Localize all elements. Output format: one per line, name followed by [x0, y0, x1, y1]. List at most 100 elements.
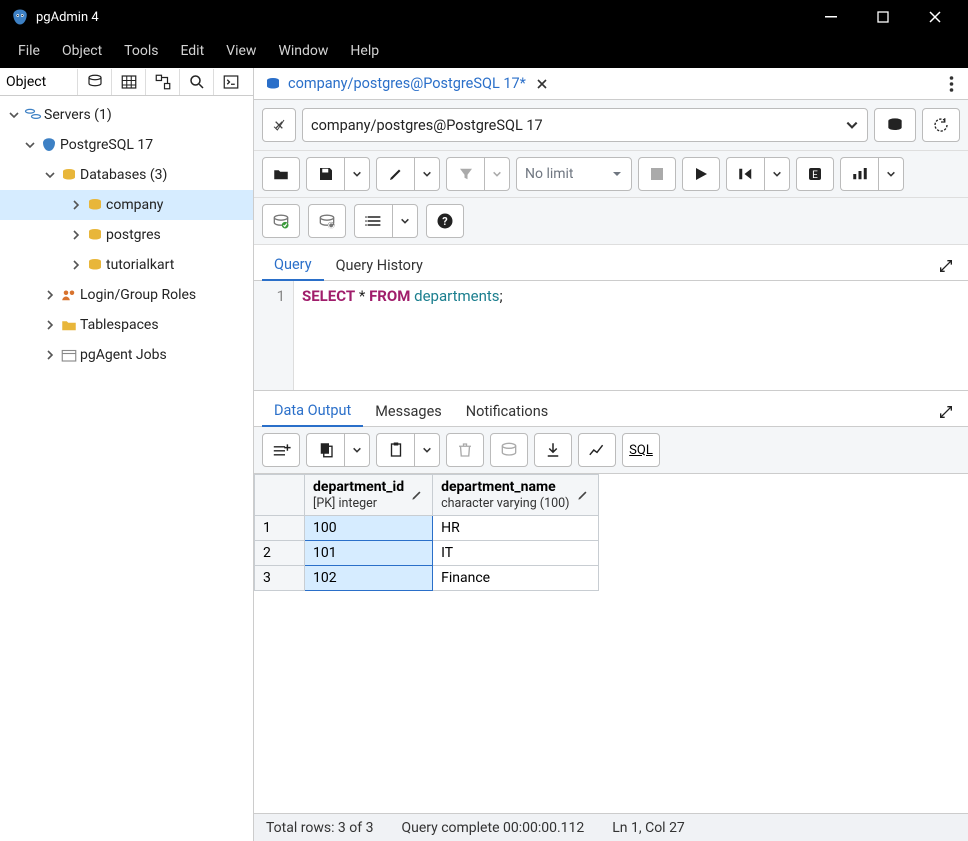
chevron-right-icon[interactable]	[42, 349, 58, 361]
tab-notifications[interactable]: Notifications	[454, 397, 560, 426]
tab-query[interactable]: Query	[262, 250, 324, 281]
tree-tablespaces[interactable]: Tablespaces	[0, 310, 253, 340]
chevron-down-icon[interactable]	[42, 169, 58, 181]
chevron-right-icon[interactable]	[42, 289, 58, 301]
menu-file[interactable]: File	[8, 39, 50, 63]
chevron-down-icon[interactable]	[6, 109, 22, 121]
delete-row-button[interactable]	[446, 433, 484, 467]
table-row[interactable]: 2 101 IT	[255, 540, 599, 565]
chevron-down-icon[interactable]	[22, 139, 38, 151]
cell-department-name[interactable]: IT	[433, 540, 598, 565]
filter-dropdown[interactable]	[484, 157, 510, 191]
editor-gutter: 1	[254, 281, 294, 390]
connection-select[interactable]: company/postgres@PostgreSQL 17	[302, 108, 868, 142]
minimize-button[interactable]	[808, 0, 854, 34]
status-cursor-position: Ln 1, Col 27	[612, 820, 685, 836]
column-header-department-id[interactable]: department_id [PK] integer	[305, 475, 433, 516]
menu-edit[interactable]: Edit	[170, 39, 214, 63]
cell-department-id[interactable]: 100	[305, 515, 433, 540]
editor-content[interactable]: SELECT * FROM departments;	[294, 281, 511, 390]
kebab-menu-icon[interactable]	[939, 71, 964, 97]
rownum-header[interactable]	[255, 475, 305, 516]
properties-icon[interactable]	[77, 69, 111, 95]
paste-button[interactable]	[376, 433, 414, 467]
column-header-department-name[interactable]: department_name character varying (100)	[433, 475, 598, 516]
dependency-icon[interactable]	[145, 69, 179, 95]
tree-db-company[interactable]: company	[0, 190, 253, 220]
menu-window[interactable]: Window	[268, 39, 338, 63]
save-dropdown[interactable]	[344, 157, 370, 191]
grid-icon[interactable]	[111, 69, 145, 95]
open-file-button[interactable]	[262, 157, 300, 191]
menu-object[interactable]: Object	[52, 39, 112, 63]
copy-dropdown[interactable]	[344, 433, 370, 467]
execute-button[interactable]	[682, 157, 720, 191]
chevron-right-icon[interactable]	[68, 259, 84, 271]
explain-analyze-button[interactable]: E	[796, 157, 834, 191]
row-number[interactable]: 2	[255, 540, 305, 565]
commit-button[interactable]	[262, 204, 300, 238]
maximize-button[interactable]	[860, 0, 906, 34]
row-number[interactable]: 1	[255, 515, 305, 540]
tree-servers[interactable]: Servers (1)	[0, 100, 253, 130]
edit-icon[interactable]	[576, 488, 590, 502]
tree-login-roles[interactable]: Login/Group Roles	[0, 280, 253, 310]
reset-button[interactable]	[922, 108, 960, 142]
save-data-button[interactable]	[490, 433, 528, 467]
paste-dropdown[interactable]	[414, 433, 440, 467]
explain-button[interactable]	[726, 157, 764, 191]
edit-button[interactable]	[376, 157, 414, 191]
chart-button[interactable]	[840, 157, 878, 191]
rollback-button[interactable]	[308, 204, 346, 238]
macros-button[interactable]	[354, 204, 392, 238]
cell-department-id[interactable]: 101	[305, 540, 433, 565]
help-button[interactable]: ?	[426, 204, 464, 238]
stop-button[interactable]	[638, 157, 676, 191]
chevron-right-icon[interactable]	[68, 229, 84, 241]
expand-icon[interactable]	[932, 252, 960, 280]
close-icon[interactable]	[536, 78, 548, 90]
sql-button[interactable]: SQL	[622, 433, 660, 467]
download-button[interactable]	[534, 433, 572, 467]
tab-query-history[interactable]: Query History	[324, 251, 435, 280]
terminal-icon[interactable]	[213, 69, 247, 95]
table-row[interactable]: 3 102 Finance	[255, 565, 599, 590]
edit-icon[interactable]	[410, 488, 424, 502]
chart-dropdown[interactable]	[878, 157, 904, 191]
titlebar: pgAdmin 4	[0, 0, 968, 34]
chevron-right-icon[interactable]	[42, 319, 58, 331]
explain-dropdown[interactable]	[764, 157, 790, 191]
filter-button[interactable]	[446, 157, 484, 191]
tree-databases[interactable]: Databases (3)	[0, 160, 253, 190]
edit-dropdown[interactable]	[414, 157, 440, 191]
row-limit-select[interactable]: No limit	[516, 157, 632, 191]
copy-button[interactable]	[306, 433, 344, 467]
row-number[interactable]: 3	[255, 565, 305, 590]
cell-department-id[interactable]: 102	[305, 565, 433, 590]
macros-dropdown[interactable]	[392, 204, 418, 238]
query-tool-tab[interactable]: company/postgres@PostgreSQL 17*	[258, 71, 554, 96]
chevron-right-icon[interactable]	[68, 199, 84, 211]
tree-db-postgres[interactable]: postgres	[0, 220, 253, 250]
graph-visualizer-button[interactable]	[578, 433, 616, 467]
expand-icon[interactable]	[932, 398, 960, 426]
tab-messages[interactable]: Messages	[363, 397, 454, 426]
tree-db-tutorialkart[interactable]: tutorialkart	[0, 250, 253, 280]
cell-department-name[interactable]: Finance	[433, 565, 598, 590]
save-button[interactable]	[306, 157, 344, 191]
search-icon[interactable]	[179, 69, 213, 95]
sql-editor[interactable]: 1 SELECT * FROM departments;	[254, 281, 968, 391]
tree-pgagent[interactable]: pgAgent Jobs	[0, 340, 253, 370]
connection-status-icon[interactable]	[262, 108, 296, 142]
add-row-button[interactable]	[262, 433, 300, 467]
menu-help[interactable]: Help	[340, 39, 389, 63]
table-row[interactable]: 1 100 HR	[255, 515, 599, 540]
tree-pg17[interactable]: PostgreSQL 17	[0, 130, 253, 160]
active-db-button[interactable]	[874, 108, 916, 142]
menu-tools[interactable]: Tools	[114, 39, 168, 63]
body: Object Servers (1) PostgreSQL 17	[0, 68, 968, 841]
cell-department-name[interactable]: HR	[433, 515, 598, 540]
menu-view[interactable]: View	[216, 39, 266, 63]
tab-data-output[interactable]: Data Output	[262, 396, 363, 427]
close-button[interactable]	[912, 0, 958, 34]
